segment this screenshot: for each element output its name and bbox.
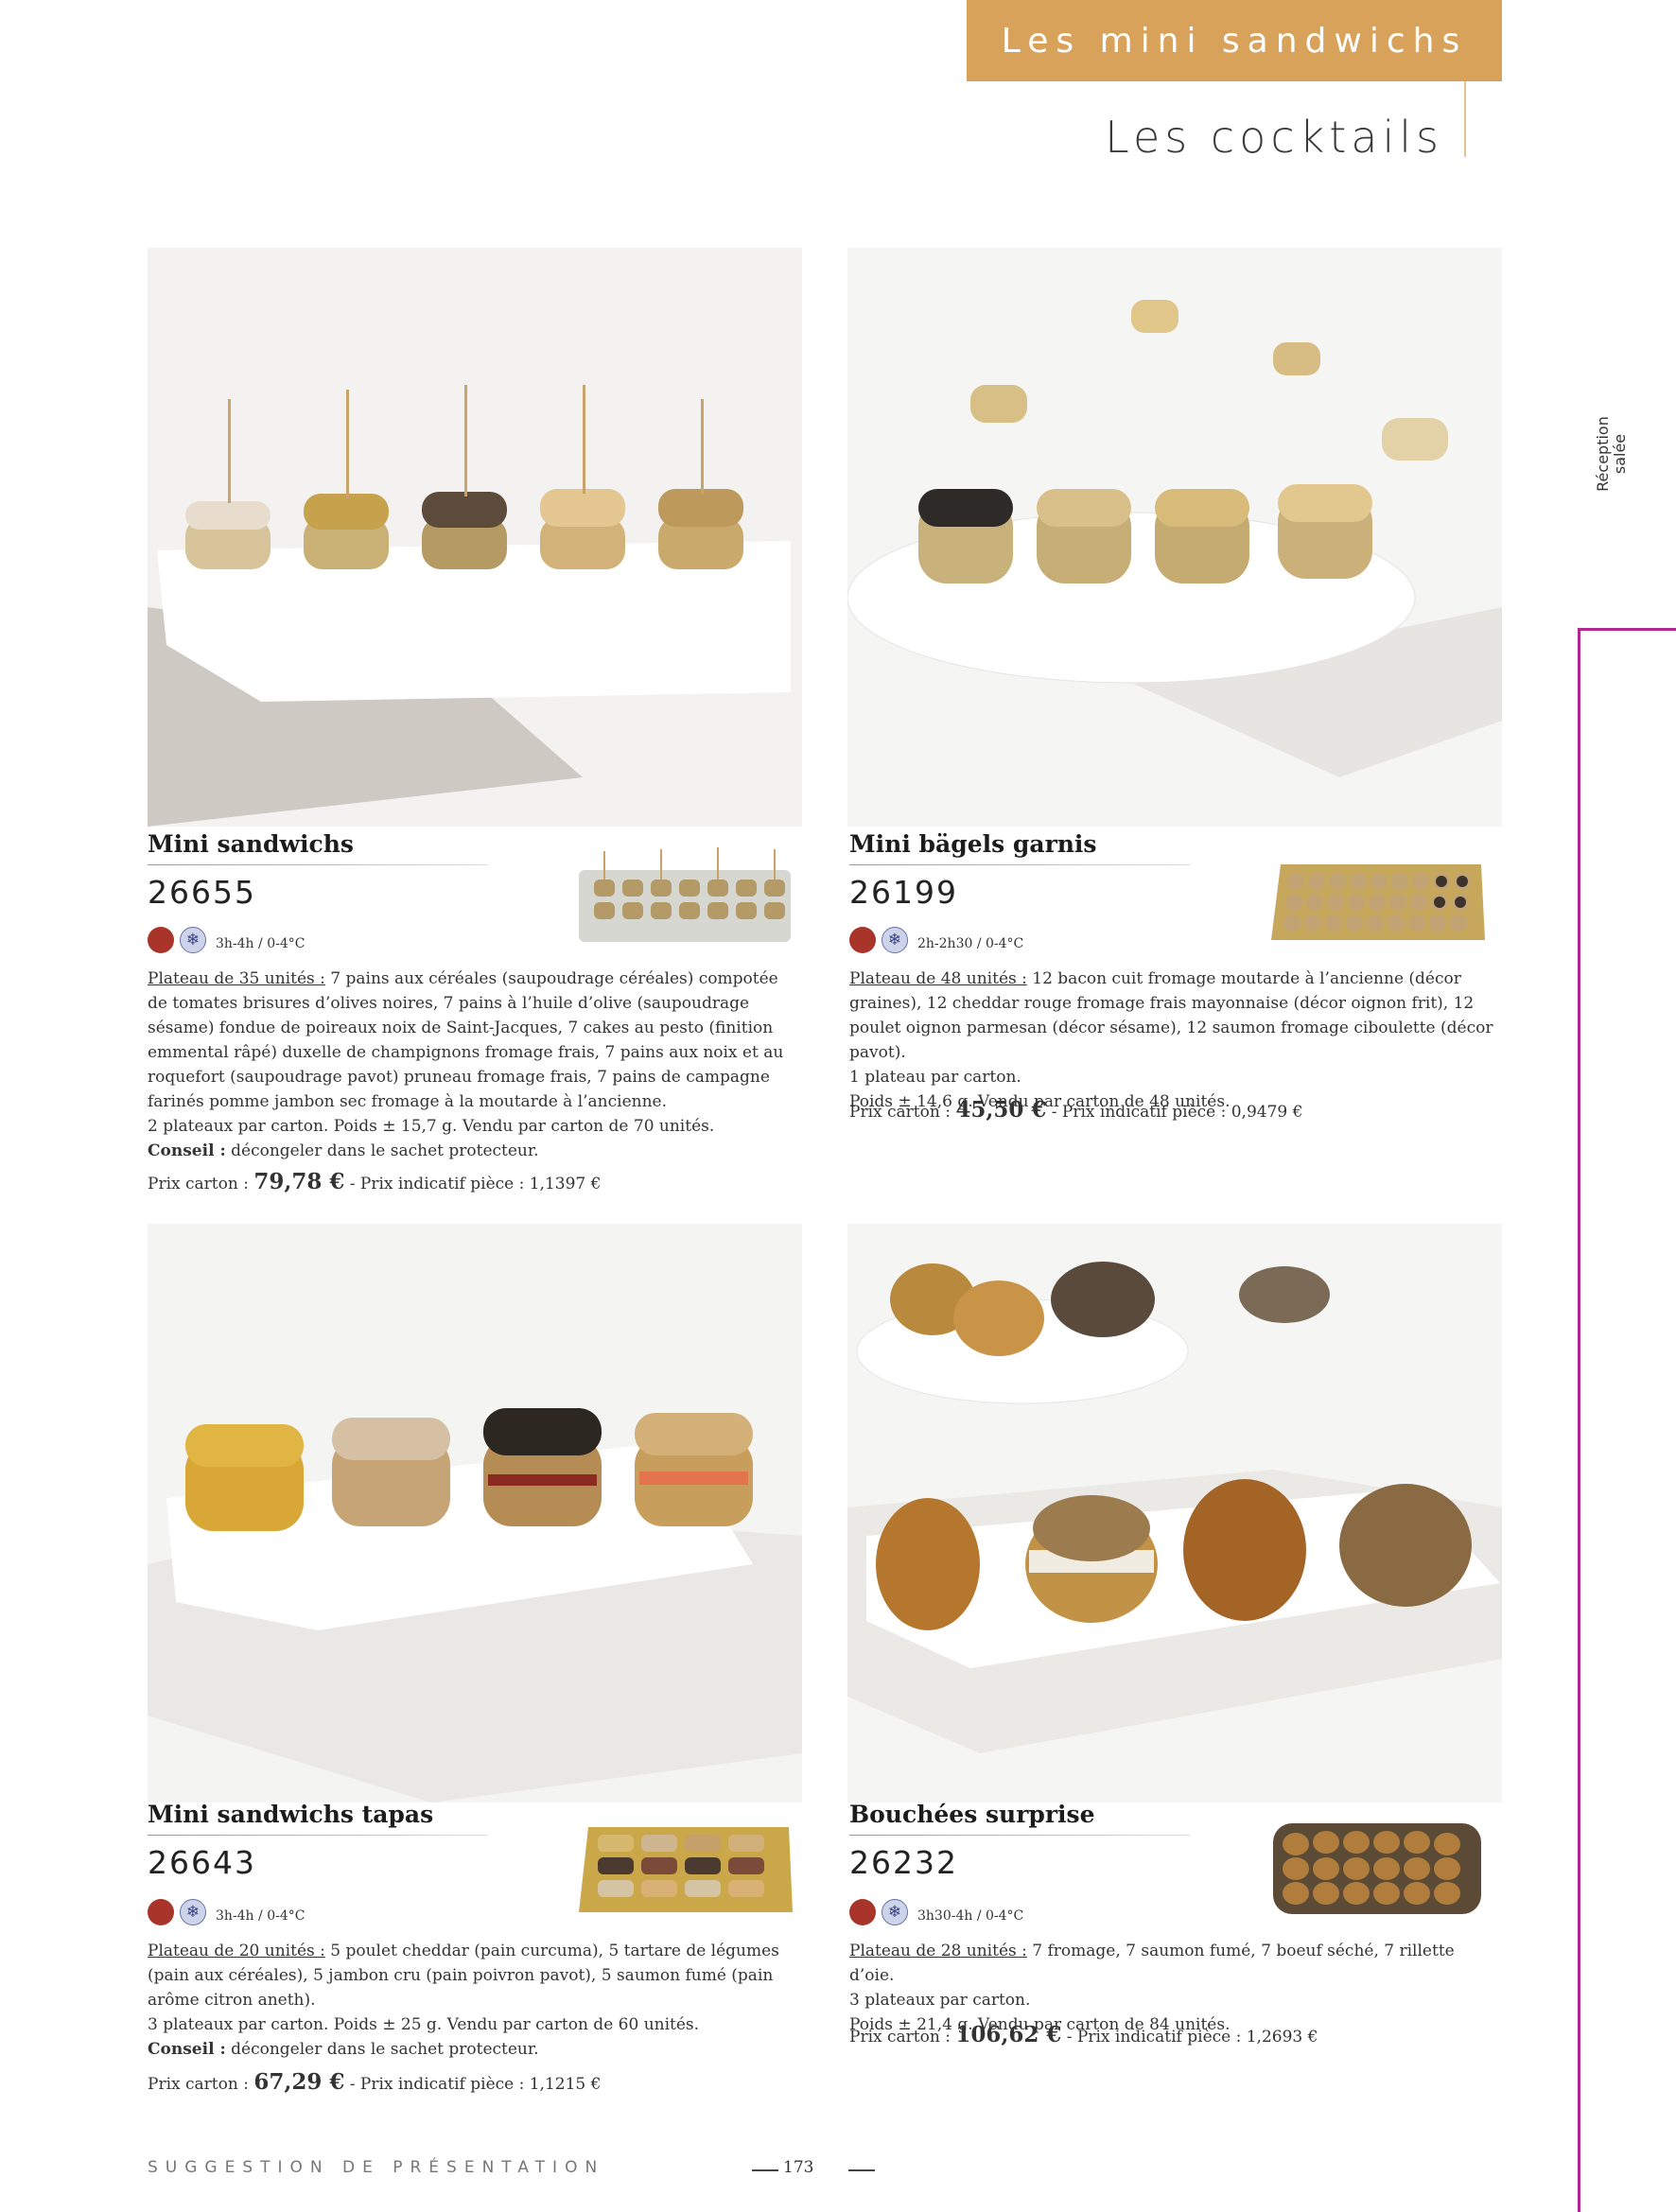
page-subtitle: Les cocktails [1105, 112, 1443, 163]
tray-thumbnail [1267, 842, 1487, 948]
unit-price: - Prix indicatif pièce : 1,1397 € [344, 1175, 602, 1193]
packing-info: 1 plateau par carton. [849, 1068, 1021, 1087]
product-icons: ❄ 3h30-4h / 0-4°C [849, 1899, 1023, 1925]
packing-info: 3 plateaux par carton. [849, 1991, 1031, 2010]
carton-price: 67,29 € [253, 2069, 345, 2095]
presentation-suggestion-note: SUGGESTION DE PRÉSENTATION [148, 2158, 605, 2177]
product-icons: ❄ 3h-4h / 0-4°C [148, 1899, 305, 1925]
product-price: Prix carton : 67,29 € - Prix indicatif p… [148, 2069, 601, 2095]
product-photo-mini-sandwichs-tapas [148, 1224, 802, 1803]
product-photo-mini-sandwichs [148, 248, 802, 827]
thaw-time: 3h-4h / 0-4°C [216, 1908, 306, 1924]
fresh-label-dot-icon [148, 927, 174, 953]
advice-label: Conseil : [148, 1141, 226, 1160]
unit-price: - Prix indicatif pièce : 1,2693 € [1061, 2028, 1318, 2047]
advice-text: décongeler dans le sachet protecteur. [225, 2040, 539, 2059]
thaw-time: 3h-4h / 0-4°C [216, 936, 306, 951]
product-price: Prix carton : 106,62 € - Prix indicatif … [849, 2022, 1318, 2047]
carton-price: 106,62 € [955, 2022, 1062, 2047]
tray-label: Plateau de 20 unités : [148, 1942, 325, 1960]
page-number-dash-left [752, 2169, 778, 2171]
advice-text: décongeler dans le sachet protecteur. [225, 1141, 539, 1160]
advice-label: Conseil : [148, 2040, 226, 2059]
thaw-time: 2h-2h30 / 0-4°C [917, 936, 1024, 951]
packing-info: 2 plateaux par carton. Poids ± 15,7 g. V… [148, 1117, 715, 1136]
product-name: Mini bägels garnis [849, 830, 1097, 858]
product-name: Mini sandwichs [148, 830, 354, 858]
carton-price: 45,50 € [955, 1097, 1047, 1123]
product-code: 26655 [148, 874, 256, 911]
fresh-label-dot-icon [849, 1899, 876, 1925]
side-tab-rule-horizontal [1578, 628, 1676, 631]
carton-price: 79,78 € [253, 1169, 345, 1194]
product-description: Plateau de 35 unités : 7 pains aux céréa… [148, 967, 800, 1163]
product-name-underline [148, 864, 488, 865]
unit-price: - Prix indicatif pièce : 1,1215 € [344, 2075, 602, 2094]
product-name-underline [849, 1835, 1190, 1836]
product-icons: ❄ 3h-4h / 0-4°C [148, 927, 305, 953]
snowflake-icon: ❄ [882, 1899, 908, 1925]
page-number: 173 [783, 2158, 814, 2177]
price-label: Prix carton : [148, 1175, 254, 1193]
side-tab-line2: salée [1611, 433, 1629, 475]
thaw-time: 3h30-4h / 0-4°C [917, 1908, 1024, 1924]
product-description: Plateau de 20 unités : 5 poulet cheddar … [148, 1939, 800, 2062]
product-code: 26199 [849, 874, 958, 911]
product-icons: ❄ 2h-2h30 / 0-4°C [849, 927, 1023, 953]
subtitle-divider [1464, 81, 1466, 157]
product-price: Prix carton : 45,50 € - Prix indicatif p… [849, 1097, 1302, 1123]
product-name-underline [148, 1835, 488, 1836]
side-tab-line1: Réception [1594, 416, 1612, 492]
product-code: 26643 [148, 1844, 256, 1881]
price-label: Prix carton : [849, 1103, 956, 1122]
product-name: Bouchées surprise [849, 1801, 1095, 1828]
product-price: Prix carton : 79,78 € - Prix indicatif p… [148, 1169, 601, 1194]
snowflake-icon: ❄ [180, 927, 206, 953]
page-number-dash-right [848, 2169, 875, 2171]
product-photo-mini-bagels [847, 248, 1502, 827]
product-name: Mini sandwichs tapas [148, 1801, 434, 1828]
tray-thumbnail [575, 1814, 794, 1920]
price-label: Prix carton : [849, 2028, 956, 2047]
tray-contents: 7 pains aux céréales (saupoudrage céréal… [148, 969, 784, 1111]
product-code: 26232 [849, 1844, 958, 1881]
snowflake-icon: ❄ [882, 927, 908, 953]
fresh-label-dot-icon [148, 1899, 174, 1925]
product-photo-bouchees-surprise [847, 1224, 1502, 1803]
side-tab-rule-vertical [1578, 628, 1580, 2212]
product-description: Plateau de 48 unités : 12 bacon cuit fro… [849, 967, 1502, 1114]
product-name-underline [849, 864, 1190, 865]
tray-thumbnail [575, 842, 794, 948]
side-tab[interactable]: Réception salée [1594, 407, 1629, 501]
tray-label: Plateau de 48 unités : [849, 969, 1027, 988]
section-banner: Les mini sandwichs [967, 0, 1502, 81]
fresh-label-dot-icon [849, 927, 876, 953]
unit-price: - Prix indicatif pièce : 0,9479 € [1046, 1103, 1303, 1122]
tray-label: Plateau de 28 unités : [849, 1942, 1027, 1960]
price-label: Prix carton : [148, 2075, 254, 2094]
packing-info: 3 plateaux par carton. Poids ± 25 g. Ven… [148, 2015, 700, 2034]
tray-label: Plateau de 35 unités : [148, 969, 325, 988]
snowflake-icon: ❄ [180, 1899, 206, 1925]
tray-thumbnail [1267, 1814, 1487, 1920]
